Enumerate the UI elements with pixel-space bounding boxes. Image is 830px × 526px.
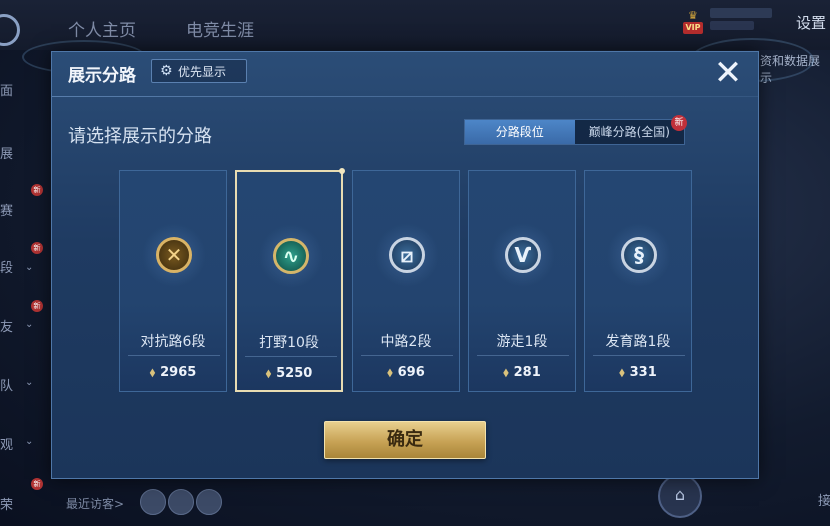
rank-points-icon: ⬧ — [149, 365, 156, 379]
lane-points: ⬧ 5250 — [237, 366, 341, 381]
side-label: 友 — [0, 320, 14, 335]
side-label: 队 — [0, 379, 14, 394]
card-divider — [245, 356, 337, 357]
priority-display-label: 优先显示 — [178, 64, 227, 79]
lane-points: ⬧ 281 — [469, 365, 575, 380]
card-divider — [361, 355, 453, 356]
rank-points-icon: ⬧ — [265, 366, 272, 380]
lane-rank-name: 游走1段 — [496, 334, 548, 350]
lane-card-mid[interactable]: ⧄ 中路2段 ⬧ 696 — [352, 170, 460, 392]
tab-esports-career[interactable]: 电竞生涯 — [186, 16, 254, 41]
lane-rank-name: 对抗路6段 — [140, 334, 206, 350]
side-label: 观 — [0, 438, 14, 453]
swirl-icon: § — [621, 237, 657, 273]
rank-points-icon: ⬧ — [503, 365, 509, 379]
close-button[interactable]: ✕ — [708, 56, 748, 92]
tab-peak-lane-national[interactable]: 巅峰分路(全国) 新 — [574, 115, 687, 144]
tab-personal-home[interactable]: 个人主页 — [68, 16, 136, 41]
rank-points-icon: ⬧ — [387, 365, 393, 379]
lane-card-jungle[interactable]: ∿ 打野10段 ⬧ 5250 — [235, 168, 345, 392]
new-marker-badge: 新 — [31, 184, 43, 196]
chevron-down-icon[interactable]: ⌄ — [25, 436, 33, 447]
slash-icon: ⧄ — [389, 237, 425, 273]
dragon-icon: ∿ — [273, 238, 309, 274]
lane-points-value: 5250 — [276, 366, 313, 381]
lane-rank-name: 中路2段 — [380, 334, 432, 350]
card-divider — [128, 355, 220, 356]
dialog-header: 展示分路 ⚙ 优先显示 ✕ — [52, 52, 758, 96]
crown-icon: ♛ — [688, 9, 698, 22]
lane-points: ⬧ 331 — [585, 365, 691, 380]
side-label: 展 — [0, 147, 14, 162]
app-logo-icon — [0, 14, 20, 46]
side-label: 荣 — [0, 498, 14, 513]
new-badge: 新 — [671, 115, 687, 131]
emblem-frame: Ѵ — [491, 223, 555, 287]
side-label: 段 — [0, 261, 14, 276]
avatar[interactable] — [140, 489, 166, 515]
player-info-bar — [710, 8, 772, 18]
card-divider — [593, 355, 685, 356]
wings-icon: Ѵ — [505, 237, 541, 273]
confirm-button[interactable]: 确定 — [324, 421, 486, 459]
lane-card-farm[interactable]: § 发育路1段 ⬧ 331 — [584, 170, 692, 392]
settings-button[interactable]: 设置 — [796, 12, 826, 33]
tab-peak-lane-label: 巅峰分路(全国) — [588, 125, 670, 139]
tab-lane-rank[interactable]: 分路段位 — [465, 120, 575, 144]
header-divider — [52, 96, 758, 97]
side-label: 赛 — [0, 204, 14, 219]
emblem-frame: § — [607, 223, 671, 287]
player-info-bar-secondary — [710, 21, 754, 30]
lane-points-value: 281 — [513, 365, 541, 380]
chevron-down-icon[interactable]: ⌄ — [25, 319, 33, 330]
vip-badge: VIP — [683, 22, 703, 34]
chevron-down-icon[interactable]: ⌄ — [25, 377, 33, 388]
lane-card-top[interactable]: ✕ 对抗路6段 ⬧ 2965 — [119, 170, 227, 392]
home-icon[interactable]: ⌂ — [658, 474, 702, 518]
chevron-down-icon[interactable]: ⌄ — [25, 262, 33, 273]
lane-rank-name: 发育路1段 — [605, 334, 671, 350]
gear-icon: ⚙ — [160, 63, 173, 79]
recent-visitors-link[interactable]: 最近访客> — [66, 495, 124, 512]
background-top-bar: 个人主页 电竞生涯 ♛ VIP 设置 — [0, 0, 830, 50]
rank-type-toggle: 分路段位 巅峰分路(全国) 新 — [464, 115, 687, 145]
lane-points: ⬧ 2965 — [120, 365, 226, 380]
background-bottom-text: 接 — [818, 494, 830, 509]
emblem-frame: ✕ — [142, 223, 206, 287]
lane-card-roam[interactable]: Ѵ 游走1段 ⬧ 281 — [468, 170, 576, 392]
dialog-title: 展示分路 — [68, 66, 136, 86]
card-divider — [477, 355, 569, 356]
priority-display-button[interactable]: ⚙ 优先显示 — [151, 59, 247, 83]
crossed-swords-icon: ✕ — [156, 237, 192, 273]
rank-points-icon: ⬧ — [619, 365, 625, 379]
emblem-frame: ∿ — [259, 224, 323, 288]
lane-points: ⬧ 696 — [353, 365, 459, 380]
display-lane-dialog: 展示分路 ⚙ 优先显示 ✕ 请选择展示的分路 分路段位 巅峰分路(全国) 新 ✕… — [51, 51, 759, 479]
avatar[interactable] — [196, 489, 222, 515]
new-marker-badge: 新 — [31, 300, 43, 312]
avatar[interactable] — [168, 489, 194, 515]
side-label: 面 — [0, 84, 14, 99]
lane-points-value: 696 — [397, 365, 425, 380]
lane-points-value: 2965 — [160, 365, 197, 380]
dialog-subtitle: 请选择展示的分路 — [68, 126, 212, 147]
new-marker-badge: 新 — [31, 242, 43, 254]
lane-points-value: 331 — [629, 365, 657, 380]
lane-card-list: ✕ 对抗路6段 ⬧ 2965 ∿ 打野10段 ⬧ 5250 ⧄ 中路2段 ⬧ 696 — [119, 168, 694, 392]
new-marker-badge: 新 — [31, 478, 43, 490]
lane-rank-name: 打野10段 — [259, 335, 319, 351]
emblem-frame: ⧄ — [375, 223, 439, 287]
selection-corner-dot — [339, 168, 345, 174]
